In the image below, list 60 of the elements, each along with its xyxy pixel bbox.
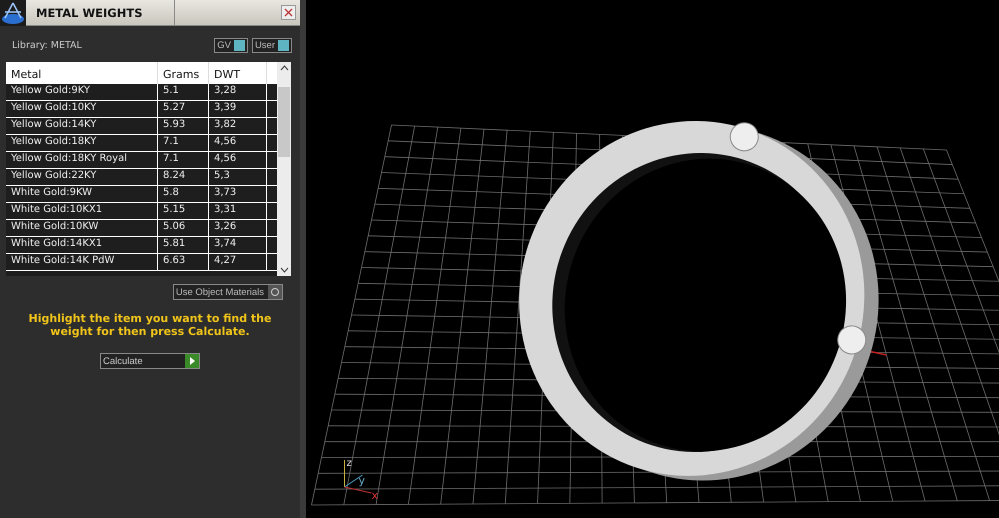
table-row[interactable]: Yellow Gold:9KY 5.1 3,28 xyxy=(6,84,277,100)
play-icon xyxy=(185,354,199,368)
table-row[interactable]: White Gold:10KX1 5.15 3,31 xyxy=(6,203,277,219)
table-row[interactable]: Yellow Gold:22KY 8.24 5,3 xyxy=(6,169,277,185)
table-cell: 6.63 xyxy=(158,254,209,270)
use-object-materials-checkbox[interactable]: Use Object Materials xyxy=(172,284,283,300)
table-cell: 4,56 xyxy=(209,135,267,151)
table-cell: White Gold:14K PdW xyxy=(6,254,158,270)
table-cell: 3,74 xyxy=(209,237,267,253)
table-cell: White Gold:14KX1 xyxy=(6,237,158,253)
panel-title: METAL WEIGHTS xyxy=(26,0,175,25)
table-cell: White Gold:9KW xyxy=(6,186,158,202)
table-cell: Yellow Gold:10KY xyxy=(6,101,158,117)
table-cell: White Gold:10KW xyxy=(6,220,158,236)
table-cell: 4,27 xyxy=(209,254,267,270)
table-cell: 5.27 xyxy=(158,101,209,117)
table-cell: Yellow Gold:18KY Royal xyxy=(6,152,158,168)
3d-viewport[interactable]: z y x xyxy=(306,0,999,518)
table-cell: 3,31 xyxy=(209,203,267,219)
table-cell: 5.81 xyxy=(158,237,209,253)
table-cell: 7.1 xyxy=(158,152,209,168)
toggle-button[interactable]: GV xyxy=(214,38,248,52)
table-cell: Yellow Gold:9KY xyxy=(6,84,158,100)
close-button[interactable] xyxy=(281,5,296,20)
table-cell: 5.15 xyxy=(158,203,209,219)
table-cell: 3,73 xyxy=(209,186,267,202)
calculate-button[interactable]: Calculate xyxy=(100,353,200,369)
table-row[interactable]: White Gold:14KX1 5.81 3,74 xyxy=(6,237,277,253)
table-cell: Yellow Gold:18KY xyxy=(6,135,158,151)
table-row[interactable]: Yellow Gold:18KY Royal 7.1 4,56 xyxy=(6,152,277,168)
scroll-up-icon[interactable] xyxy=(280,65,288,71)
scrollbar[interactable] xyxy=(277,62,291,276)
table-cell: 5.93 xyxy=(158,118,209,134)
table-cell: 5.06 xyxy=(158,220,209,236)
table-row[interactable]: Yellow Gold:14KY 5.93 3,82 xyxy=(6,118,277,134)
library-label: Library: METAL xyxy=(12,40,82,50)
instruction-text: Highlight the item you want to find the weight for then press Calculate. xyxy=(28,312,272,338)
table-cell: 7.1 xyxy=(158,135,209,151)
radio-indicator-icon xyxy=(268,285,282,299)
table-cell: 4,56 xyxy=(209,152,267,168)
table-row[interactable]: Yellow Gold:18KY 7.1 4,56 xyxy=(6,135,277,151)
table-row[interactable]: White Gold:9KW 5.8 3,73 xyxy=(6,186,277,202)
close-icon xyxy=(284,8,293,17)
scale-logo-icon xyxy=(0,0,26,26)
scroll-down-icon[interactable] xyxy=(280,267,288,273)
table-cell: 3,26 xyxy=(209,220,267,236)
table-cell: White Gold:10KX1 xyxy=(6,203,158,219)
table-cell: Yellow Gold:14KY xyxy=(6,118,158,134)
table-row[interactable]: White Gold:14K PdW 6.63 4,27 xyxy=(6,254,277,270)
toggle-button[interactable]: User xyxy=(252,38,292,52)
table-cell: 5,3 xyxy=(209,169,267,185)
table-cell: 5.1 xyxy=(158,84,209,100)
table-row[interactable]: White Gold:10KW 5.06 3,26 xyxy=(6,220,277,236)
table-cell: 5.8 xyxy=(158,186,209,202)
table-cell: 3,28 xyxy=(209,84,267,100)
table-cell: 8.24 xyxy=(158,169,209,185)
table-cell: 3,82 xyxy=(209,118,267,134)
table-cell: Yellow Gold:22KY xyxy=(6,169,158,185)
table-row[interactable]: Yellow Gold:10KY 5.27 3,39 xyxy=(6,101,277,117)
table-cell: 3,39 xyxy=(209,101,267,117)
